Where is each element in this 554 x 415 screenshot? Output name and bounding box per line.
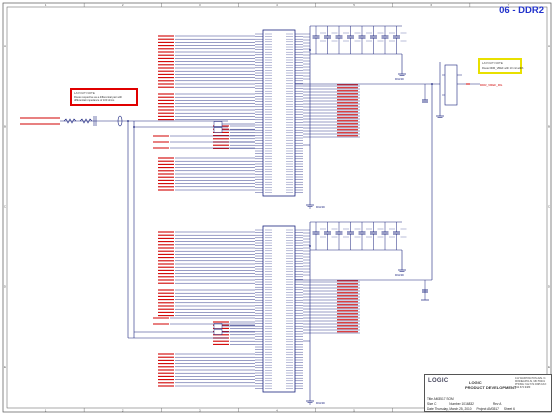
frame-letter-right: A: [548, 44, 550, 48]
size-value: C: [434, 402, 437, 406]
company-logo: LOGIC: [428, 378, 449, 384]
sheet-title: 06 - DDR2: [499, 5, 544, 16]
clock-junction: [127, 120, 129, 122]
sheet-value: 6: [513, 407, 515, 411]
layout-note-routing-body: Route respective as a differential pair …: [74, 96, 122, 103]
frame-letter-right: C: [548, 205, 551, 209]
frame-letter-left: A: [4, 44, 6, 48]
vref-net-label: DDR_VREF_RG: [480, 83, 503, 87]
date-label: Date: [427, 407, 434, 411]
layout-note-routing-heading: LAYOUT NOTE: [74, 91, 95, 95]
size-label: Size: [427, 402, 434, 406]
frame-number-top: 6: [430, 3, 432, 7]
title-label: Title: [427, 397, 433, 401]
schematic-drawing: 11223344556677AABBCCDDEEDGNDDGNDDGNDDGND…: [2, 2, 552, 413]
vref-divider-resistor: [444, 64, 458, 106]
project-value: AM3517: [487, 407, 499, 411]
layout-note-power: LAYOUT NOTE Route DDR_VREF with 10 mil w…: [478, 58, 524, 74]
size-row: Size C Number 1016832 Rev A: [427, 402, 501, 406]
frame-number-top: 5: [353, 3, 355, 7]
series-resistor: [213, 127, 223, 133]
rev-value: A: [499, 402, 502, 406]
number-label: Number: [449, 402, 461, 406]
ground-label: DGND: [316, 205, 326, 209]
series-resistor: [213, 323, 223, 329]
series-resistor: [213, 329, 223, 335]
company-address: 411 WASHINGTON AVE. N. MINNEAPOLIS, MN 5…: [515, 377, 547, 389]
frame-letter-left: D: [4, 285, 7, 289]
series-resistor: [213, 121, 223, 127]
schematic-sheet: 11223344556677AABBCCDDEEDGNDDGNDDGNDDGND…: [0, 0, 554, 415]
frame-number-top: 3: [199, 3, 201, 7]
frame-letter-left: C: [4, 205, 7, 209]
number-value: 1016832: [461, 402, 474, 406]
frame-number-top: 2: [122, 3, 124, 7]
title-row: Title AM3517 SOM: [427, 397, 454, 401]
frame-letter-right: E: [548, 365, 550, 369]
layout-note-power-heading: LAYOUT NOTE: [482, 61, 503, 65]
ground-label: DGND: [316, 401, 326, 405]
clock-junction: [133, 126, 135, 128]
layout-note-routing-line2: differential impedance of 100 ohms: [74, 98, 115, 102]
date-value: Thursday, March 25, 2010: [434, 407, 472, 411]
date-row: Date Thursday, March 25, 2010 Project AM…: [427, 407, 515, 411]
frame-letter-left: B: [4, 124, 6, 128]
rev-label: Rev: [492, 402, 499, 406]
frame-letter-right: B: [548, 124, 550, 128]
ground-label: DGND: [395, 77, 405, 81]
vref-junction: [431, 83, 433, 85]
frame-number-top: 1: [45, 3, 47, 7]
ground-label: DGND: [395, 273, 405, 277]
frame-number-top: 4: [276, 3, 278, 7]
layout-note-routing: LAYOUT NOTE Route respective as a differ…: [70, 88, 138, 106]
sheet-label: Sheet: [503, 407, 513, 411]
title-block: LOGIC LOGIC PRODUCT DEVELOPMENT 411 WASH…: [424, 374, 552, 412]
frame-letter-right: D: [548, 285, 551, 289]
project-label: Project: [476, 407, 487, 411]
title-value: AM3517 SOM: [433, 397, 454, 401]
layout-note-power-body: Route DDR_VREF with 10 mil width: [482, 67, 524, 70]
company-division: PRODUCT DEVELOPMENT: [465, 385, 517, 390]
frame-letter-left: E: [4, 365, 6, 369]
